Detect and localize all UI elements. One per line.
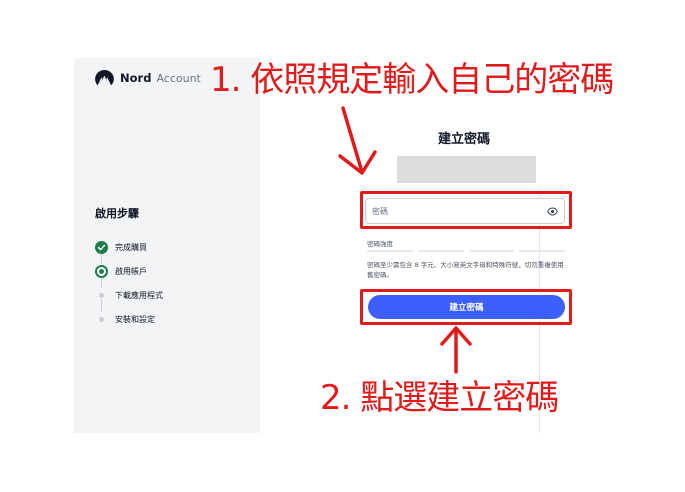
step-install-setup: 安裝和設定 [95,307,163,331]
check-circle-icon [95,240,108,254]
strength-segment [519,250,565,252]
sidebar: Nord Account 啟用步驟 完成購買 啟用帳戶 下載應用程式 安裝和設定 [74,58,260,433]
page-title: 建立密碼 [437,132,490,147]
redacted-email [397,156,536,183]
strength-segment [417,250,464,252]
nord-mountain-icon [95,70,114,86]
pending-step-icon [95,313,108,326]
highlight-password-field [360,191,572,229]
instruction-step-2: 2. 點選建立密碼 [320,378,559,418]
main-panel: 建立密碼 密碼強度 密碼至少需包含 8 字元、大小寫英文字母和特殊符號，切勿重複… [260,58,592,433]
strength-label: 密碼強度 [367,240,393,248]
step-label: 下載應用程式 [115,290,163,300]
step-complete-purchase: 完成購買 [95,235,163,259]
strength-segment [367,250,413,252]
active-step-icon [95,264,108,278]
brand-logo[interactable]: Nord Account [95,70,201,86]
brand-suffix: Account [156,71,201,85]
highlight-create-button [360,289,572,325]
app-window: Nord Account 啟用步驟 完成購買 啟用帳戶 下載應用程式 安裝和設定… [74,58,592,433]
step-label: 安裝和設定 [115,314,155,324]
strength-segment [468,250,515,252]
step-label: 啟用帳戶 [115,266,147,276]
steps-list: 完成購買 啟用帳戶 下載應用程式 安裝和設定 [95,235,163,331]
step-activate-account: 啟用帳戶 [95,259,163,283]
step-label: 完成購買 [115,242,147,252]
instruction-step-1: 1. 依照規定輸入自己的密碼 [210,60,614,100]
step-download-app: 下載應用程式 [95,283,163,307]
password-hint: 密碼至少需包含 8 字元、大小寫英文字母和特殊符號，切勿重複使用舊密碼。 [367,261,564,279]
pending-step-icon [95,289,108,302]
brand-name: Nord [120,71,152,85]
steps-title: 啟用步驟 [95,207,139,220]
strength-meter [367,250,565,252]
